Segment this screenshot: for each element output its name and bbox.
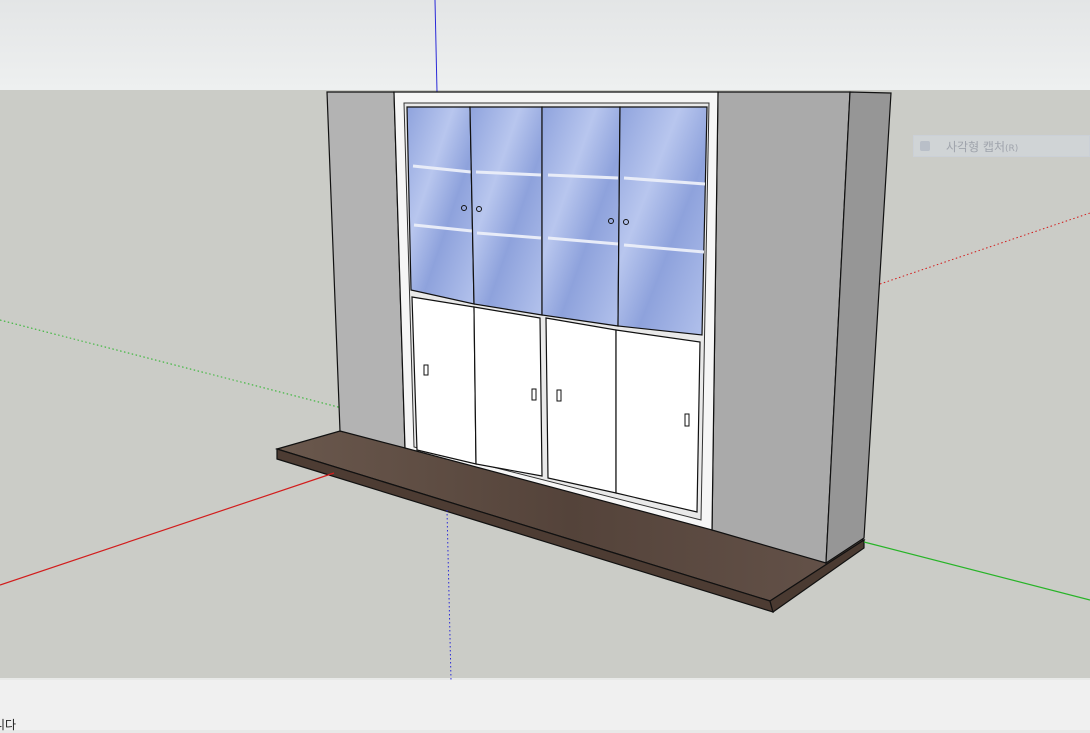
glass-door-3[interactable] — [541, 106, 621, 327]
lower-door-1[interactable] — [411, 296, 477, 465]
glass-door-4[interactable] — [617, 106, 708, 336]
lower-door-2[interactable] — [473, 306, 543, 477]
tooltip-shortcut: (R) — [1005, 144, 1019, 154]
left-side-panel[interactable] — [326, 91, 406, 449]
3d-viewport[interactable] — [0, 0, 1090, 680]
red-axis — [0, 472, 335, 586]
screen-capture-tooltip: 사각형 캡처(R) — [913, 135, 1090, 157]
red-axis-dotted — [879, 212, 1090, 285]
glass-door-2[interactable] — [469, 106, 543, 316]
right-side-panel[interactable] — [711, 91, 892, 565]
tooltip-label-text: 사각형 캡처 — [946, 140, 1006, 154]
green-axis-dotted — [0, 319, 343, 409]
blue-axis-dotted — [446, 509, 452, 680]
lower-door-4[interactable] — [615, 329, 701, 513]
blue-axis — [434, 0, 438, 93]
tooltip-label: 사각형 캡처(R) — [946, 138, 1018, 155]
lower-door-3[interactable] — [545, 317, 617, 494]
glass-door-1[interactable] — [406, 106, 475, 305]
screen-capture-icon — [920, 141, 930, 151]
status-bar — [0, 680, 1090, 730]
status-text: 니다 — [0, 718, 17, 732]
green-axis — [863, 541, 1090, 601]
